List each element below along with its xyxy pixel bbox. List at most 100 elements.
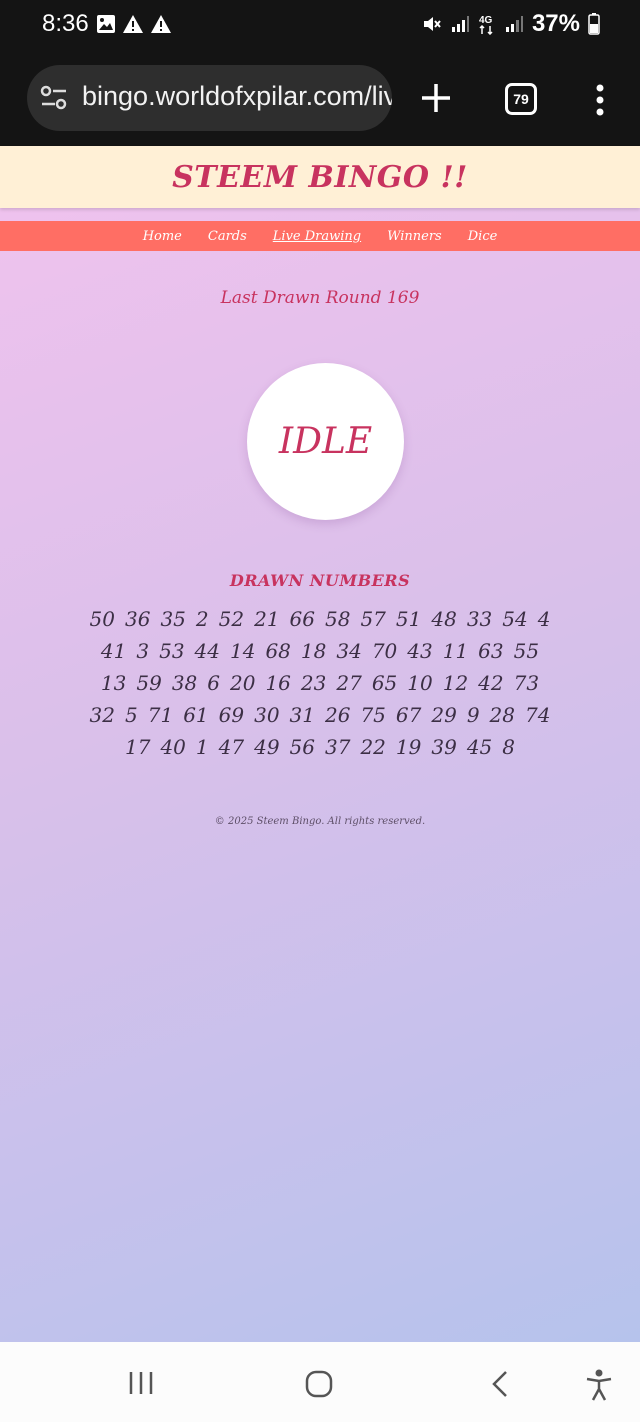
drawn-number: 49 (254, 735, 280, 759)
drawn-number: 43 (407, 639, 433, 663)
drawn-number: 12 (442, 671, 469, 695)
tab-count: 79 (513, 91, 529, 107)
drawn-number: 35 (160, 607, 186, 631)
mute-icon (423, 17, 441, 31)
status-bar: 8:36 4G 37% (0, 0, 640, 52)
browser-toolbar: bingo.worldofxpilar.com/live 79 (0, 52, 640, 146)
drawn-number: 21 (254, 607, 280, 631)
footer-copyright: © 2025 Steem Bingo. All rights reserved. (214, 816, 426, 827)
drawn-number: 1 (195, 735, 209, 759)
drawn-number: 48 (431, 607, 457, 631)
nav-link-winners[interactable]: Winners (387, 229, 442, 244)
drawn-number: 3 (136, 639, 150, 663)
drawn-number: 75 (360, 703, 386, 727)
site-nav: Home Cards Live Drawing Winners Dice (0, 221, 640, 251)
drawn-number: 42 (478, 671, 504, 695)
drawn-number: 8 (502, 735, 515, 759)
drawn-number: 67 (395, 703, 422, 727)
drawn-number: 37 (325, 735, 351, 759)
drawn-number: 36 (125, 607, 151, 631)
drawn-number: 33 (466, 607, 493, 631)
last-drawn-round: Last Drawn Round 169 (220, 288, 420, 308)
draw-status-text: IDLE (278, 421, 373, 462)
more-menu-icon[interactable] (590, 82, 610, 118)
image-icon (97, 15, 115, 33)
drawn-number: 22 (360, 735, 386, 759)
recent-apps-icon[interactable] (128, 1370, 154, 1396)
accessibility-icon[interactable] (585, 1369, 613, 1401)
home-icon[interactable] (305, 1370, 333, 1398)
drawn-number: 73 (513, 671, 540, 695)
drawn-number: 52 (218, 607, 245, 631)
drawn-number: 9 (466, 703, 480, 727)
drawn-number: 31 (289, 703, 315, 727)
url-text: bingo.worldofxpilar.com/live (82, 81, 392, 111)
drawn-number: 59 (136, 671, 162, 695)
signal-icon (451, 16, 469, 32)
drawn-number: 19 (395, 735, 422, 759)
new-tab-icon[interactable] (418, 80, 454, 116)
drawn-number: 2 (195, 607, 209, 631)
site-title: STEEM BINGO !! (172, 159, 468, 195)
drawn-number: 27 (336, 671, 362, 695)
drawn-number: 50 (89, 607, 115, 631)
drawn-number: 56 (289, 735, 315, 759)
drawn-number: 53 (159, 639, 185, 663)
drawn-number: 63 (478, 639, 504, 663)
drawn-number: 74 (525, 703, 551, 727)
svg-text:4G: 4G (479, 15, 493, 26)
nav-link-live-drawing[interactable]: Live Drawing (273, 229, 361, 244)
drawn-number: 20 (230, 671, 256, 695)
4g-icon: 4G (479, 15, 493, 35)
drawn-number: 71 (147, 703, 174, 727)
site-settings-icon[interactable] (40, 85, 68, 111)
drawn-numbers-list: 50 36 35 2 52 21 66 58 57 51 48 33 54 4 41 3 53 44 14 68 18 3… (85, 606, 555, 760)
system-icons: 4G 37% (422, 10, 600, 38)
drawn-number: 47 (218, 735, 245, 759)
back-icon[interactable] (490, 1370, 510, 1398)
drawn-number: 11 (442, 639, 469, 663)
drawn-number: 5 (125, 703, 138, 727)
nav-link-dice[interactable]: Dice (468, 229, 498, 244)
drawn-number: 51 (395, 607, 422, 631)
drawn-number: 34 (336, 639, 362, 663)
status-time: 8:36 (42, 10, 89, 37)
drawn-number: 29 (431, 703, 457, 727)
drawn-number: 38 (171, 671, 198, 695)
drawn-number: 69 (218, 703, 245, 727)
drawn-number: 30 (254, 703, 280, 727)
address-bar[interactable]: bingo.worldofxpilar.com/live (27, 65, 392, 131)
site-header: STEEM BINGO !! (0, 146, 640, 208)
system-nav-bar (0, 1342, 640, 1422)
drawn-number: 32 (89, 703, 115, 727)
drawn-number: 14 (230, 639, 256, 663)
nav-link-cards[interactable]: Cards (208, 229, 247, 244)
drawn-number: 55 (513, 639, 540, 663)
drawn-number: 41 (100, 639, 127, 663)
nav-link-home[interactable]: Home (143, 229, 182, 244)
battery-icon (588, 13, 600, 35)
tab-switcher-button[interactable]: 79 (505, 83, 537, 115)
web-page: STEEM BINGO !! Home Cards Live Drawing W… (0, 146, 640, 1342)
drawn-number: 65 (371, 671, 398, 695)
drawn-number: 23 (300, 671, 327, 695)
drawn-number: 45 (466, 735, 493, 759)
drawn-number: 17 (125, 735, 151, 759)
drawn-number: 39 (431, 735, 457, 759)
drawn-number: 28 (489, 703, 515, 727)
drawn-number: 10 (407, 671, 433, 695)
drawn-number: 16 (265, 671, 291, 695)
drawn-number: 66 (289, 607, 315, 631)
drawn-numbers-heading: DRAWN NUMBERS (229, 571, 411, 590)
drawn-number: 44 (194, 639, 220, 663)
drawn-number: 68 (265, 639, 291, 663)
warning-icon (123, 15, 143, 33)
notification-icons (96, 14, 172, 34)
drawn-number: 57 (360, 607, 386, 631)
drawn-number: 18 (300, 639, 327, 663)
drawn-number: 54 (502, 607, 528, 631)
drawn-number: 6 (207, 671, 220, 695)
drawn-number: 13 (100, 671, 127, 695)
drawn-number: 40 (160, 735, 186, 759)
drawn-number: 61 (183, 703, 209, 727)
